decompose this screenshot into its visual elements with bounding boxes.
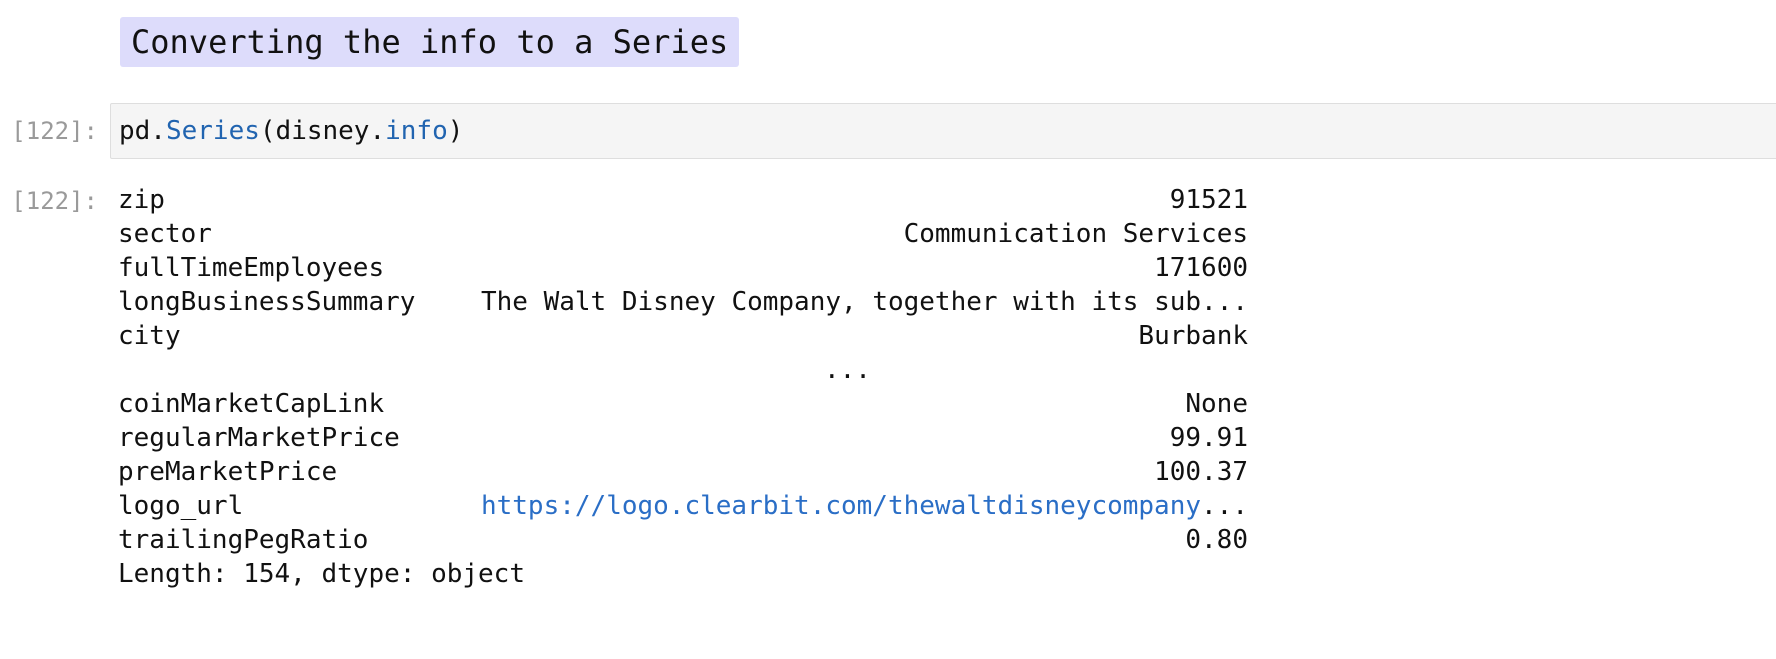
output-prompt: [122]: bbox=[11, 187, 98, 215]
logo-url-suffix: ... bbox=[1201, 491, 1248, 521]
series-key: zip bbox=[118, 185, 165, 215]
series-value: 99.91 bbox=[1169, 423, 1248, 453]
series-row: logo_url https://logo.clearbit.com/thewa… bbox=[118, 489, 1248, 523]
series-key: trailingPegRatio bbox=[118, 525, 369, 555]
series-value: Communication Services bbox=[903, 219, 1248, 249]
truncation-ellipsis: ... bbox=[824, 355, 871, 385]
series-value: Burbank bbox=[1138, 321, 1248, 351]
code-token-close: ) bbox=[447, 116, 464, 146]
series-value: The Walt Disney Company, together with i… bbox=[480, 287, 1248, 317]
series-key: sector bbox=[118, 219, 212, 249]
series-key: longBusinessSummary bbox=[118, 287, 416, 317]
logo-url-link[interactable]: https://logo.clearbit.com/thewaltdisneyc… bbox=[481, 491, 1201, 521]
series-row: coinMarketCapLink None bbox=[118, 387, 1248, 421]
series-value: 91521 bbox=[1169, 185, 1248, 215]
series-row: preMarketPrice 100.37 bbox=[118, 455, 1248, 489]
series-key: regularMarketPrice bbox=[118, 423, 400, 453]
code-token-info: info bbox=[385, 116, 448, 146]
markdown-heading[interactable]: Converting the info to a Series bbox=[120, 17, 740, 67]
series-row: trailingPegRatio 0.80 bbox=[118, 523, 1248, 557]
code-token-module: pd. bbox=[119, 116, 166, 146]
series-value: 100.37 bbox=[1154, 457, 1248, 487]
series-key: coinMarketCapLink bbox=[118, 389, 385, 419]
series-row: longBusinessSummary The Walt Disney Comp… bbox=[118, 285, 1248, 319]
series-row: zip 91521 bbox=[118, 183, 1248, 217]
code-cell-editor[interactable]: pd.Series(disney.info) bbox=[110, 103, 1776, 159]
series-row: fullTimeEmployees 171600 bbox=[118, 251, 1248, 285]
series-footer: Length: 154, dtype: object bbox=[118, 559, 525, 589]
series-key: fullTimeEmployees bbox=[118, 253, 385, 283]
output-area: zip 91521 sector Communication Services … bbox=[118, 183, 1248, 591]
series-row: regularMarketPrice 99.91 bbox=[118, 421, 1248, 455]
series-value: 0.80 bbox=[1185, 525, 1248, 555]
series-value: 171600 bbox=[1154, 253, 1248, 283]
series-key: logo_url bbox=[118, 491, 244, 521]
series-value: None bbox=[1185, 389, 1248, 419]
series-value: https://logo.clearbit.com/thewaltdisneyc… bbox=[481, 489, 1248, 523]
code-token-arg: (disney. bbox=[259, 116, 386, 146]
series-ellipsis-row: ... bbox=[118, 353, 1248, 387]
series-key: city bbox=[118, 321, 181, 351]
code-line: pd.Series(disney.info) bbox=[119, 113, 463, 149]
input-prompt: [122]: bbox=[11, 117, 98, 145]
series-row: city Burbank bbox=[118, 319, 1248, 353]
series-row: sector Communication Services bbox=[118, 217, 1248, 251]
series-key: preMarketPrice bbox=[118, 457, 338, 487]
code-token-series: Series bbox=[165, 116, 260, 146]
